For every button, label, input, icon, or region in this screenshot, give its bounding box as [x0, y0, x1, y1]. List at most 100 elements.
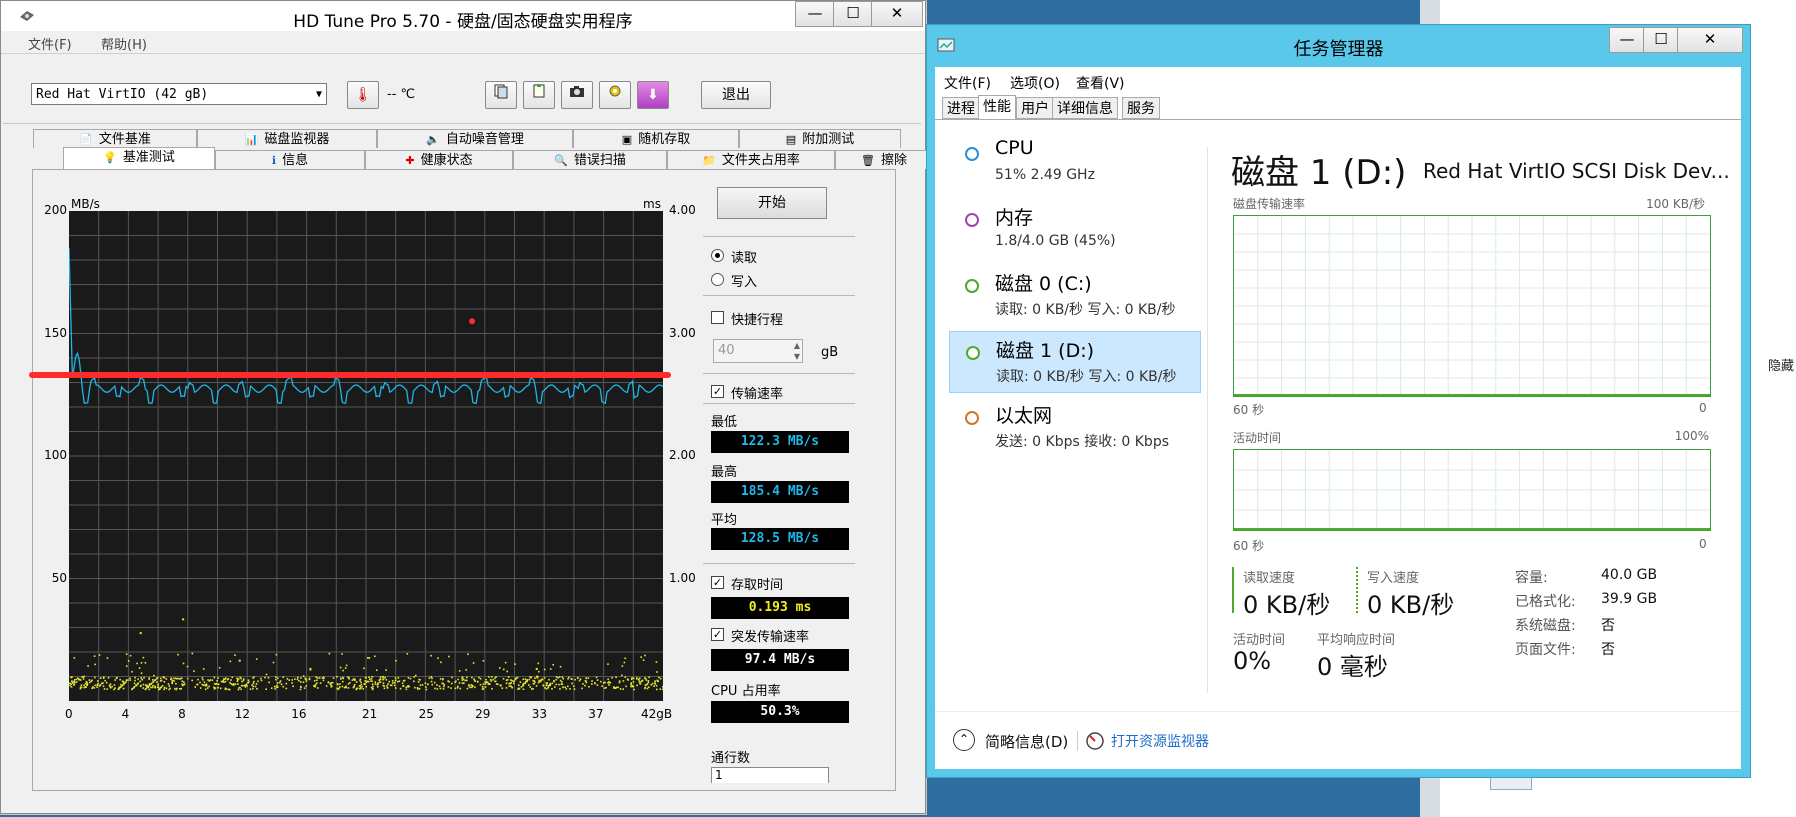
quick-stroke-checkbox[interactable] [711, 311, 724, 324]
access-time-point [537, 662, 540, 665]
access-time-point [171, 679, 174, 682]
access-time-point [375, 669, 378, 672]
tab-health[interactable]: ✚ 健康状态 [365, 150, 513, 169]
hdtune-close-button[interactable]: ✕ [871, 1, 923, 27]
taskmgr-close-button[interactable]: ✕ [1677, 27, 1743, 53]
perf-item-disk1[interactable]: 磁盘 1 (D:) 读取: 0 KB/秒 写入: 0 KB/秒 [949, 331, 1201, 393]
copy-text-button[interactable] [523, 81, 555, 109]
options-button[interactable] [599, 81, 631, 109]
screenshot-button[interactable] [561, 81, 593, 109]
start-button[interactable]: 开始 [717, 187, 827, 219]
download-arrow-icon: ⬇ [647, 87, 659, 103]
tab-info[interactable]: ℹ 信息 [215, 150, 365, 169]
access-time-point [179, 688, 181, 690]
access-time-point [137, 682, 140, 685]
access-time-point [83, 675, 86, 678]
burst-rate-checkbox[interactable]: ✓ [711, 628, 724, 641]
perf-item-memory[interactable]: 内存 1.8/4.0 GB (45%) [949, 199, 1201, 261]
write-radio[interactable] [711, 273, 724, 286]
access-time-point [458, 670, 461, 672]
hdtune-titlebar[interactable]: HD Tune Pro 5.70 - 硬盘/固态硬盘实用程序 — ☐ ✕ [1, 1, 925, 32]
access-time-point [77, 677, 79, 679]
taskmgr-maximize-button[interactable]: ☐ [1643, 27, 1679, 53]
tab-file-benchmark[interactable]: 📄 文件基准 [33, 129, 197, 148]
x-tick-label: 4 [121, 707, 130, 721]
open-resource-monitor-link[interactable]: 打开资源监视器 [1111, 731, 1209, 751]
access-time-point [138, 667, 141, 669]
access-time-point [202, 684, 205, 687]
access-time-point [163, 688, 165, 691]
access-time-point [241, 680, 243, 683]
menu-help[interactable]: 帮助(H) [101, 34, 147, 53]
access-time-point [605, 686, 607, 689]
access-time-point [472, 662, 475, 664]
access-time-point [362, 688, 365, 690]
tab-erase[interactable]: 🗑 擦除 [835, 150, 933, 169]
tm-tab-processes[interactable]: 进程 [942, 97, 980, 119]
transfer-rate-checkbox[interactable]: ✓ [711, 385, 724, 398]
access-time-point [303, 687, 306, 689]
exit-button[interactable]: 退出 [701, 81, 771, 109]
access-time-point [96, 686, 98, 688]
access-time-point [315, 683, 317, 686]
access-time-point [181, 680, 184, 683]
tm-menu-view[interactable]: 查看(V) [1076, 73, 1125, 93]
perf-item-disk0[interactable]: 磁盘 0 (C:) 读取: 0 KB/秒 写入: 0 KB/秒 [949, 265, 1201, 327]
access-time-point [413, 676, 416, 678]
hdtune-maximize-button[interactable]: ☐ [833, 1, 873, 27]
copy-info-button[interactable] [485, 81, 517, 109]
active-time-label: 活动时间 [1233, 633, 1286, 648]
collapse-chevron-icon[interactable]: ⌃ [953, 729, 975, 751]
access-time-point [501, 687, 504, 690]
tm-tab-users[interactable]: 用户 [1016, 97, 1054, 119]
save-button[interactable]: ⬇ [637, 81, 669, 109]
read-radio[interactable] [711, 249, 724, 262]
access-time-point [543, 668, 546, 671]
access-time-point [314, 685, 316, 688]
brief-info-button[interactable]: 简略信息(D) [985, 731, 1068, 752]
perf-item-ethernet[interactable]: 以太网 发送: 0 Kbps 接收: 0 Kbps [949, 397, 1201, 459]
taskmgr-titlebar[interactable]: 任务管理器 — ☐ ✕ [927, 25, 1750, 67]
lanes-input[interactable]: 1 [711, 767, 829, 783]
perf-item-cpu[interactable]: CPU 51% 2.49 GHz [949, 133, 1201, 195]
tab-benchmark[interactable]: 💡 基准测试 [63, 147, 215, 169]
drive-select[interactable]: Red Hat VirtIO (42 gB) ▼ [31, 83, 327, 105]
access-time-point [133, 682, 136, 685]
access-time-point [574, 678, 576, 681]
perf-item-title: 磁盘 1 (D:) [996, 340, 1095, 362]
access-time-point [387, 683, 389, 685]
access-time-point [332, 677, 335, 679]
taskmgr-minimize-button[interactable]: — [1609, 27, 1645, 53]
access-time-point [201, 677, 204, 679]
quick-stroke-input[interactable]: 40 ▲ ▼ [713, 339, 803, 363]
access-time-point [502, 668, 505, 671]
hdtune-minimize-button[interactable]: — [795, 1, 835, 27]
menu-file[interactable]: 文件(F) [28, 34, 72, 53]
tab-error-scan[interactable]: 🔍 错误扫描 [513, 150, 667, 169]
access-time-point [519, 681, 522, 683]
tm-menu-file[interactable]: 文件(F) [944, 73, 991, 93]
tab-random-access[interactable]: ▣ 随机存取 [573, 129, 739, 148]
tm-tab-services[interactable]: 服务 [1122, 97, 1160, 119]
access-time-point [569, 687, 571, 690]
access-time-point [406, 653, 409, 655]
access-time-point [392, 682, 394, 684]
access-time-point [347, 676, 349, 679]
tab-folder-usage[interactable]: 📁 文件夹占用率 [667, 150, 835, 169]
access-time-point [504, 661, 507, 664]
tm-tab-details[interactable]: 详细信息 [1052, 97, 1118, 119]
access-time-point [573, 688, 576, 690]
access-time-point [265, 688, 267, 690]
tab-aam[interactable]: 🔈 自动噪音管理 [377, 129, 573, 148]
access-time-point [624, 657, 627, 660]
access-time-point [349, 681, 351, 684]
tab-extra-tests[interactable]: ▤ 附加测试 [739, 129, 901, 148]
tab-disk-monitor[interactable]: 📊 磁盘监视器 [197, 129, 377, 148]
access-time-point [603, 687, 606, 690]
access-time-point [398, 680, 401, 682]
access-time-checkbox[interactable]: ✓ [711, 576, 724, 589]
access-time-point [122, 687, 125, 690]
tm-tab-performance[interactable]: 性能 [978, 95, 1016, 120]
tm-menu-options[interactable]: 选项(O) [1010, 73, 1060, 93]
disk0-dot-icon [965, 279, 979, 293]
